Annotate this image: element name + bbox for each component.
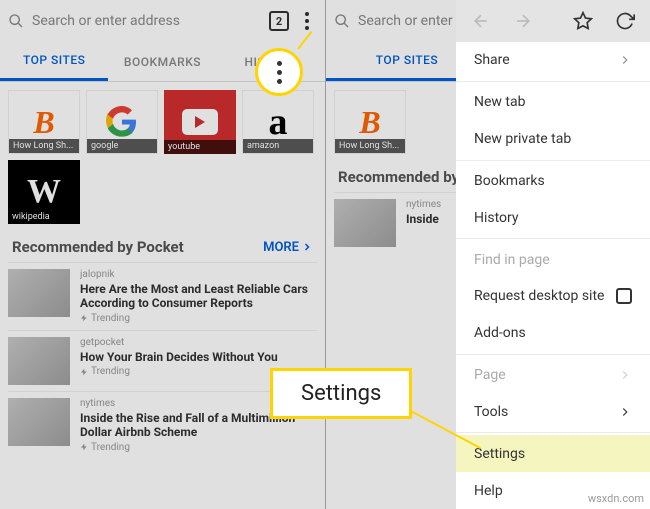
pocket-articles: jalopnik Here Are the Most and Least Rel… [0, 262, 325, 459]
tile-google[interactable]: google [86, 90, 158, 154]
menu-history[interactable]: History [456, 199, 650, 236]
youtube-icon [182, 109, 218, 135]
google-icon [106, 106, 138, 138]
menu-nav-toolbar [456, 0, 650, 42]
bolt-icon [80, 314, 88, 322]
tile-amazon[interactable]: aamazon [242, 90, 314, 154]
article-thumbnail [8, 337, 70, 385]
chevron-right-icon [618, 53, 632, 67]
article-thumbnail [8, 398, 70, 446]
overflow-menu-button[interactable] [297, 8, 317, 34]
callout-overflow-highlight [255, 48, 303, 96]
menu-settings[interactable]: Settings [456, 435, 650, 472]
menu-new-private-tab[interactable]: New private tab [456, 121, 650, 158]
menu-request-desktop[interactable]: Request desktop site [456, 278, 650, 315]
tab-topsites[interactable]: TOP SITES [0, 42, 108, 81]
article-source: getpocket [80, 337, 317, 348]
pocket-title: Recommended by Pocket [12, 238, 184, 256]
trending-badge: Trending [80, 442, 317, 453]
b-icon: B [33, 104, 54, 141]
dots-icon [269, 57, 290, 88]
arrow-right-icon [513, 11, 533, 31]
search-placeholder: Search or enter address [32, 13, 180, 29]
chevron-right-icon [618, 368, 632, 382]
bookmark-star-button[interactable] [564, 2, 602, 40]
url-toolbar: Search or enter address 2 [0, 0, 325, 42]
callout-settings-label: Settings [270, 368, 412, 419]
back-button[interactable] [462, 2, 500, 40]
bolt-icon [80, 443, 88, 451]
watermark: wsxdn.com [588, 492, 644, 505]
chevron-right-icon [618, 405, 632, 419]
menu-new-tab[interactable]: New tab [456, 84, 650, 121]
menu-find-in-page: Find in page [456, 241, 650, 278]
overflow-menu: Share New tab New private tab Bookmarks … [456, 42, 650, 509]
checkbox-icon[interactable] [616, 288, 632, 304]
menu-share[interactable]: Share [456, 42, 650, 79]
tab-count-button[interactable]: 2 [269, 11, 289, 31]
star-icon [573, 11, 593, 31]
search-bar[interactable]: Search or enter address [8, 13, 261, 29]
tab-bookmarks[interactable]: BOOKMARKS [108, 42, 216, 81]
reload-icon [615, 11, 635, 31]
article-item[interactable]: jalopnik Here Are the Most and Least Rel… [8, 262, 317, 330]
pocket-header: Recommended by Pocket MORE [0, 232, 325, 262]
bolt-icon [80, 368, 88, 376]
menu-addons[interactable]: Add-ons [456, 315, 650, 352]
tile-wikipedia[interactable]: Wwikipedia [8, 160, 80, 224]
article-source: jalopnik [80, 269, 317, 280]
top-sites-grid: BHow Long Sh... google youtube aamazon W… [0, 82, 325, 232]
wikipedia-icon: W [27, 173, 61, 211]
pocket-more-link[interactable]: MORE [263, 240, 313, 255]
reload-button[interactable] [606, 2, 644, 40]
search-icon [8, 13, 24, 29]
screen-2: Search or enter address TOP SITES BHow L… [325, 0, 650, 509]
menu-tools[interactable]: Tools [456, 393, 650, 430]
trending-badge: Trending [80, 313, 317, 324]
article-title: How Your Brain Decides Without You [80, 350, 317, 364]
forward-button[interactable] [504, 2, 542, 40]
chevron-right-icon [301, 241, 313, 253]
article-title: Here Are the Most and Least Reliable Car… [80, 282, 317, 311]
b-icon: B [359, 104, 380, 141]
tile-howlong[interactable]: BHow Long Sh... [334, 90, 406, 154]
amazon-icon: a [269, 100, 288, 144]
arrow-left-icon [471, 11, 491, 31]
search-icon [334, 13, 350, 29]
tile-howlong[interactable]: BHow Long Sh... [8, 90, 80, 154]
menu-bookmarks[interactable]: Bookmarks [456, 162, 650, 199]
tile-youtube[interactable]: youtube [164, 90, 236, 154]
article-thumbnail [334, 199, 396, 247]
menu-page: Page [456, 357, 650, 394]
article-thumbnail [8, 269, 70, 317]
